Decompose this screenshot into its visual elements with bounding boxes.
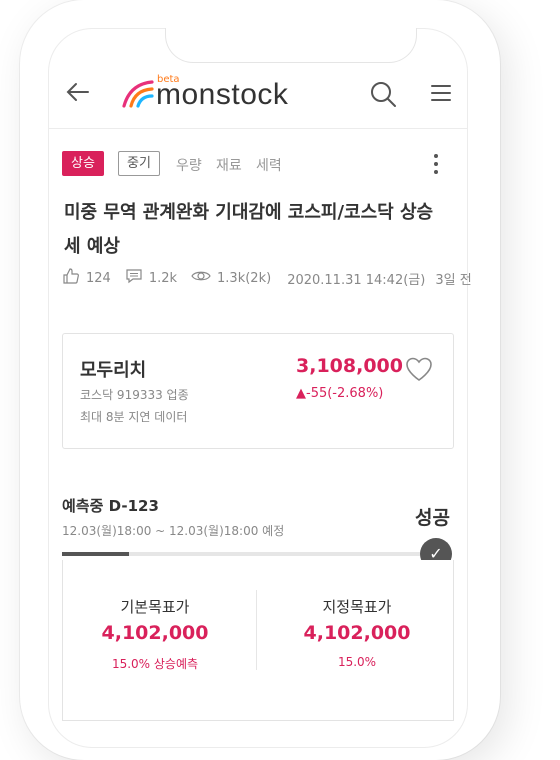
prediction-progress-bar: [62, 552, 434, 556]
more-options-icon[interactable]: [428, 150, 444, 180]
view-count: 1.3k(2k): [217, 270, 272, 286]
progress-fill: [62, 552, 129, 556]
custom-target-value: 4,102,000: [303, 622, 411, 644]
stock-change: ▲-55(-2.68%): [296, 386, 384, 401]
target-divider: [256, 590, 257, 670]
search-icon[interactable]: [368, 79, 398, 109]
prediction-title: 예측중 D-123: [62, 497, 159, 515]
like-count: 124: [86, 270, 111, 286]
post-stats: 124 1.2k 1.3k(2k) 2020.11.31 14:42(금) 3일…: [62, 267, 472, 289]
eye-icon: [191, 267, 211, 289]
tag-bluechip[interactable]: 우량: [176, 155, 202, 175]
post-relative-time: 3일 전: [435, 272, 472, 288]
post-datetime: 2020.11.31 14:42(금): [287, 272, 426, 288]
header-divider: [48, 128, 468, 129]
stock-market-info: 코스닥 919333 업종: [80, 388, 189, 402]
basic-target-sub: 15.0% 상승예측: [111, 657, 199, 671]
custom-target-sub: 15.0%: [337, 655, 377, 669]
basic-target-value: 4,102,000: [101, 622, 209, 644]
phone-notch: [165, 28, 417, 63]
thumbs-up-icon[interactable]: [62, 267, 80, 289]
stock-delay-note: 최대 8분 지연 데이터: [80, 410, 188, 424]
logo-rainbow-icon: [120, 72, 160, 112]
post-headline: 미중 무역 관계완화 기대감에 코스피/코스닥 상승세 예상: [64, 202, 434, 257]
tag-force[interactable]: 세력: [256, 155, 282, 175]
prediction-status: 성공: [415, 507, 450, 529]
hamburger-menu-icon[interactable]: [428, 80, 454, 106]
basic-target-label: 기본목표가: [120, 598, 190, 616]
stock-name: 모두리치: [80, 360, 147, 381]
custom-target-label: 지정목표가: [322, 598, 392, 616]
back-arrow-icon[interactable]: [64, 78, 92, 106]
comment-count: 1.2k: [148, 270, 178, 286]
comment-icon: [125, 267, 143, 289]
heart-icon[interactable]: [404, 355, 434, 383]
logo-text[interactable]: monstock: [156, 78, 288, 112]
stock-price: 3,108,000: [296, 355, 403, 377]
tag-material[interactable]: 재료: [216, 155, 242, 175]
tag-midterm[interactable]: 중기: [118, 151, 160, 176]
tag-rise[interactable]: 상승: [62, 151, 104, 176]
prediction-range: 12.03(월)18:00 ~ 12.03(월)18:00 예정: [62, 524, 285, 538]
